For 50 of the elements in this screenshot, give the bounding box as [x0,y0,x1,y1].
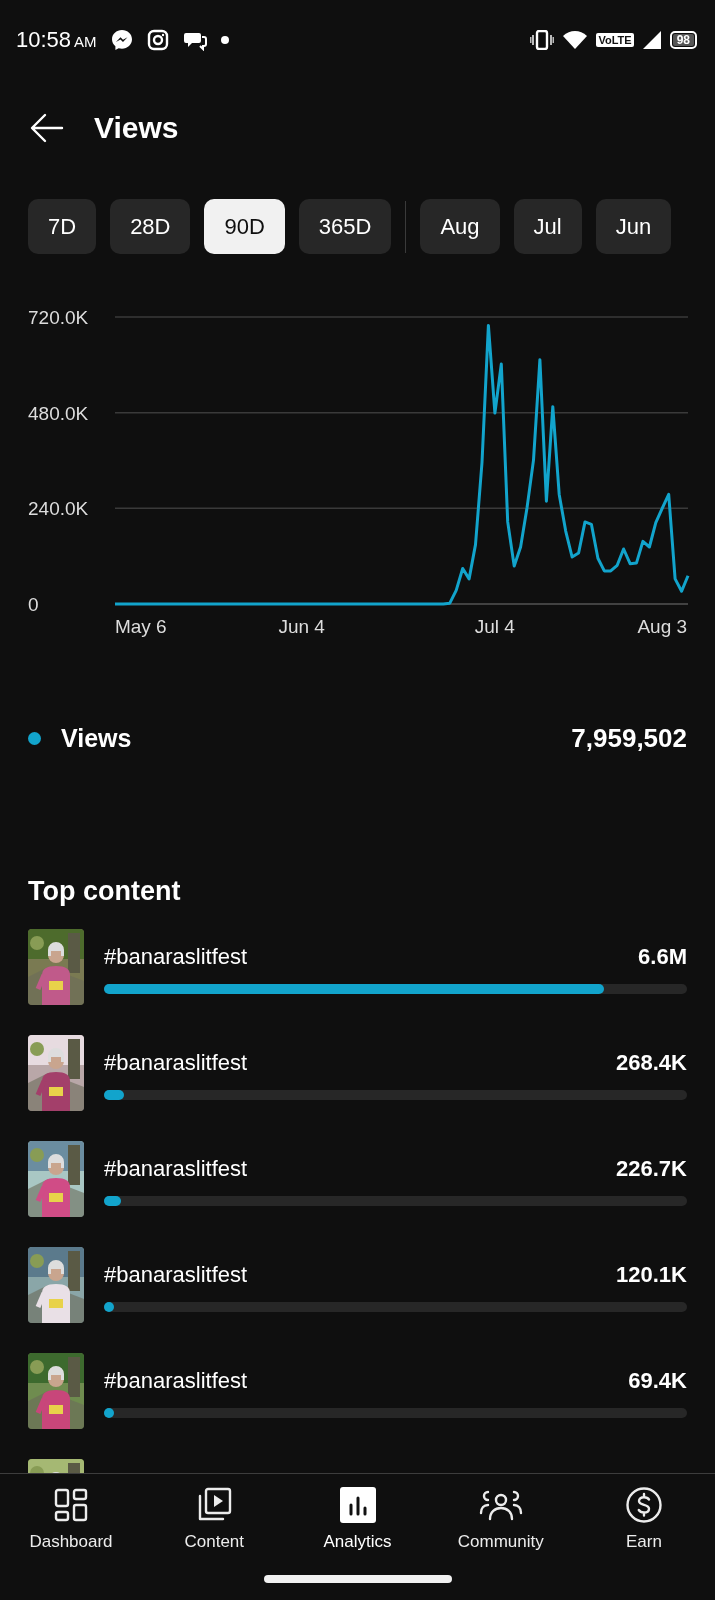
nav-tab[interactable]: Content [147,1474,282,1552]
battery-icon: 98 [669,31,697,49]
video-title[interactable]: #banaraslitfest [104,944,248,970]
axis-label: Aug 3 [637,616,688,637]
view-count: 226.7K [616,1156,687,1182]
nav-tab[interactable]: Earn [577,1474,711,1552]
axis-label: Jun 4 [278,616,325,637]
nav-tab[interactable]: Dashboard [4,1474,138,1552]
messenger-icon [110,29,133,51]
axis-label: 480.0K [28,402,89,424]
axis-label: 720.0K [28,307,89,328]
video-title[interactable]: #banaraslitfest [104,1262,248,1288]
bar-chart-icon [339,1487,376,1523]
page-title: Views [94,111,179,145]
period-tab[interactable]: Aug [420,199,500,254]
video-title[interactable]: #banaraslitfest [104,1050,248,1076]
period-tab[interactable]: 365D [298,199,392,254]
back-button[interactable] [30,113,64,143]
axis-label: 0 [28,594,39,615]
period-tab[interactable]: 7D [28,199,97,254]
view-count: 268.4K [616,1050,687,1076]
video-title[interactable]: #banaraslitfest [104,1156,248,1182]
period-tab[interactable]: 90D [204,199,285,254]
section-title: Top content [28,876,182,907]
clock-time: 10:58 [16,27,72,53]
vibrate-icon [530,30,555,50]
video-library-icon [196,1487,233,1523]
axis-label: Jul 4 [474,616,515,637]
nav-tab[interactable]: Analytics [290,1474,425,1552]
nav-tab[interactable]: Community [433,1474,568,1552]
axis-label: 240.0K [28,498,89,520]
camera-icon [146,29,169,51]
view-count: 120.1K [616,1262,687,1288]
network-label: VoLTE [596,33,634,47]
legend-label: Views [61,723,133,753]
total-views: 7,959,502 [571,722,687,754]
dashboard-icon [54,1488,88,1522]
dollar-icon [625,1486,663,1524]
clock-period: AM [74,33,97,50]
wifi-icon [562,30,589,50]
view-count: 6.6M [638,944,687,970]
video-title[interactable]: #banaraslitfest [104,1368,248,1394]
back-arrow-icon [30,113,64,143]
axis-label: May 6 [114,616,167,637]
view-count: 69.4K [628,1368,687,1394]
period-tab[interactable]: Jun [595,199,672,254]
period-tab[interactable]: 28D [110,199,191,254]
dot-icon [220,36,229,44]
signal-icon [641,30,662,50]
period-tab[interactable]: Jul [513,199,582,254]
